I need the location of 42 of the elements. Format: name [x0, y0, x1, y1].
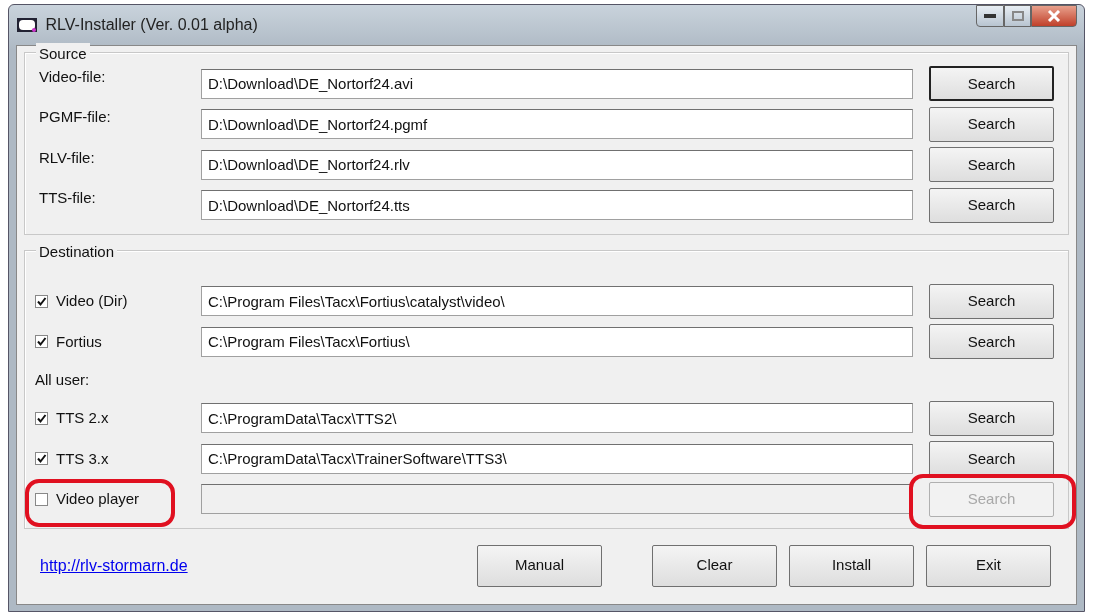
field-label: TTS-file: [39, 188, 97, 208]
checkbox[interactable] [35, 452, 48, 466]
checkbox-label[interactable]: Fortius [56, 330, 102, 353]
text-field[interactable]: C:\ProgramData\Tacx\TrainerSoftware\TTS3\ [201, 443, 913, 474]
footer-button[interactable]: Exit [926, 544, 1051, 587]
checkbox-label[interactable]: TTS 2.x [56, 407, 109, 430]
search-button[interactable]: Search [929, 147, 1054, 183]
close-button[interactable] [1031, 5, 1077, 27]
maximize-button[interactable] [1004, 5, 1031, 27]
website-link[interactable]: http://rlv-stormarn.de [40, 553, 188, 578]
text-field[interactable]: C:\Program Files\Tacx\Fortius\catalyst\video\ [201, 286, 913, 317]
checkbox-label[interactable]: Video (Dir) [56, 290, 128, 313]
text-field[interactable]: C:\ProgramData\Tacx\TTS2\ [201, 403, 913, 434]
search-button[interactable]: Search [929, 400, 1054, 436]
search-button[interactable]: Search [929, 324, 1054, 360]
window-title: RLV-Installer (Ver. 0.01 alpha) [45, 14, 258, 35]
text-field[interactable]: D:\Download\DE_Nortorf24.rlv [201, 149, 913, 180]
section-label: All user: [35, 369, 90, 390]
checkbox-label[interactable]: TTS 3.x [56, 447, 109, 470]
footer-button[interactable]: Clear [652, 544, 777, 587]
search-button[interactable]: Search [929, 283, 1054, 319]
close-icon [1047, 10, 1061, 22]
minimize-icon [984, 14, 996, 18]
checkbox[interactable] [35, 294, 48, 308]
checkbox[interactable] [35, 411, 48, 425]
search-button[interactable]: Search [929, 106, 1054, 142]
field-label: Video-file: [39, 66, 107, 87]
text-field[interactable]: D:\Download\DE_Nortorf24.tts [201, 190, 913, 221]
field-label: PGMF-file: [39, 107, 112, 127]
search-button[interactable]: Search [929, 66, 1054, 102]
field-label: RLV-file: [39, 147, 96, 168]
text-field[interactable]: D:\Download\DE_Nortorf24.avi [201, 68, 913, 99]
search-button[interactable]: Search [929, 441, 1054, 477]
footer-button[interactable]: Manual [477, 544, 602, 587]
maximize-icon [1011, 11, 1024, 21]
checkbox[interactable] [35, 335, 48, 349]
text-field[interactable]: D:\Download\DE_Nortorf24.pgmf [201, 109, 913, 140]
minimize-button[interactable] [976, 5, 1004, 27]
search-button[interactable]: Search [929, 187, 1054, 223]
text-field[interactable]: C:\Program Files\Tacx\Fortius\ [201, 326, 913, 357]
app-icon [16, 16, 38, 33]
footer-button[interactable]: Install [789, 544, 914, 587]
